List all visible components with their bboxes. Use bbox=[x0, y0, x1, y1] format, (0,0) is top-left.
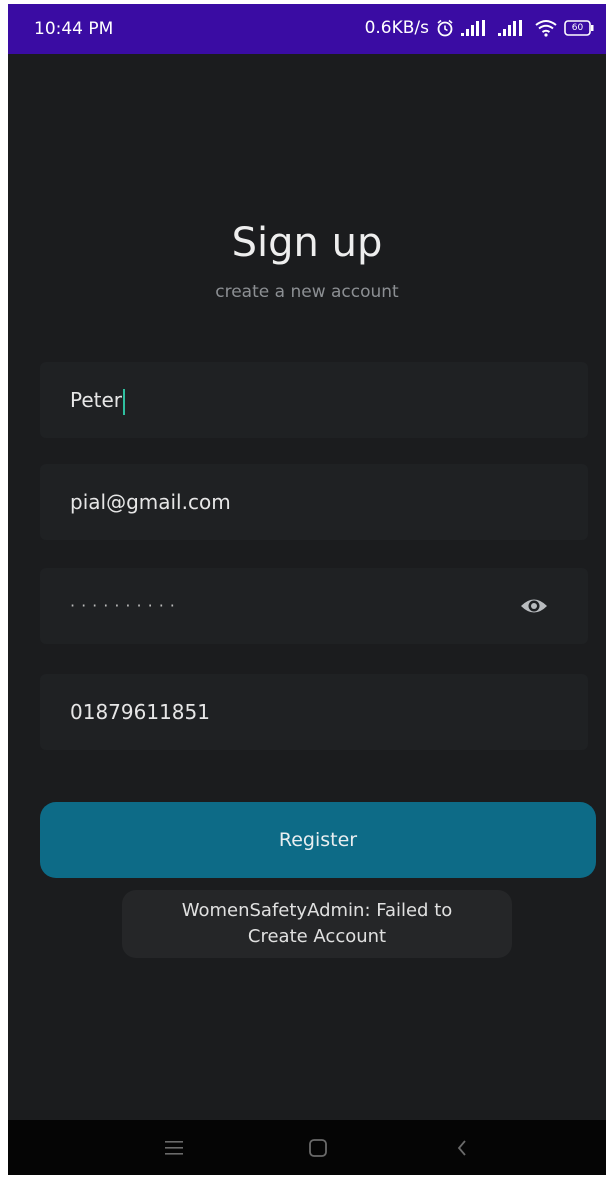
eye-icon[interactable] bbox=[520, 594, 548, 622]
phone-input-value: 01879611851 bbox=[70, 700, 210, 724]
email-field[interactable]: pial@gmail.com bbox=[40, 464, 588, 540]
name-field[interactable]: Peter bbox=[40, 362, 588, 438]
email-input-value: pial@gmail.com bbox=[70, 490, 231, 514]
phone-field[interactable]: 01879611851 bbox=[40, 674, 588, 750]
toast-text: WomenSafetyAdmin: Failed to Create Accou… bbox=[181, 900, 453, 947]
signal-bars-icon bbox=[461, 20, 491, 36]
network-speed: 0.6KB/s bbox=[364, 18, 429, 38]
page-title: Sign up bbox=[231, 220, 383, 266]
back-chevron-icon[interactable] bbox=[440, 1120, 484, 1175]
battery-level: 60 bbox=[571, 23, 584, 33]
app-screen: 10:44 PM 0.6KB/s 60 Sign up create a new… bbox=[8, 4, 606, 1175]
status-time: 10:44 PM bbox=[34, 19, 114, 39]
home-square-icon[interactable] bbox=[296, 1120, 340, 1175]
toast-message: WomenSafetyAdmin: Failed to Create Accou… bbox=[122, 890, 512, 958]
register-button[interactable]: Register bbox=[40, 802, 596, 878]
menu-icon[interactable] bbox=[152, 1120, 196, 1175]
wifi-icon bbox=[535, 19, 557, 37]
password-field[interactable]: ·········· bbox=[40, 568, 588, 644]
text-cursor bbox=[123, 388, 126, 415]
alarm-clock-icon bbox=[436, 19, 454, 37]
signal-bars-icon bbox=[498, 20, 528, 36]
status-bar: 10:44 PM 0.6KB/s 60 bbox=[8, 4, 606, 54]
status-icons: 0.6KB/s 60 bbox=[365, 16, 594, 40]
name-input-value: Peter bbox=[70, 388, 123, 412]
page-subtitle: create a new account bbox=[215, 282, 399, 302]
navigation-bar bbox=[8, 1120, 606, 1175]
battery-icon: 60 bbox=[564, 20, 594, 36]
password-input-value: ·········· bbox=[70, 596, 181, 615]
name-input-container: Peter bbox=[70, 362, 126, 438]
